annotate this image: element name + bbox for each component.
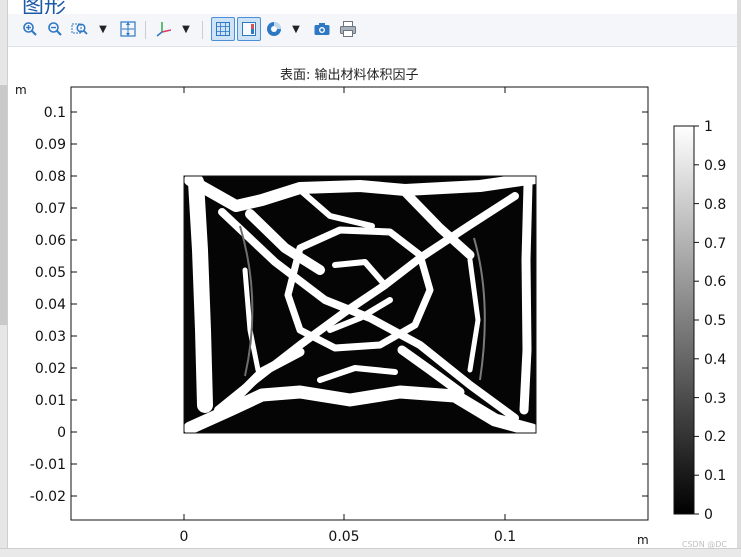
- toolbar-separator: [202, 21, 203, 39]
- colorbar-tick-label: 0.3: [704, 391, 726, 407]
- colorbar-tick-label: 0.1: [704, 468, 726, 484]
- plot-frame: [70, 86, 649, 521]
- print-button[interactable]: [338, 18, 358, 40]
- y-tick-label: 0.02: [35, 361, 66, 377]
- window-title: 图形: [22, 0, 67, 14]
- legend-toggle-icon: [242, 22, 256, 36]
- watermark-credit: CSDN @DC: [681, 540, 727, 549]
- y-tick-label: -0.01: [30, 457, 66, 473]
- print-icon: [340, 21, 356, 37]
- colorbar-tick-label: 1: [704, 119, 713, 135]
- y-unit-label: m: [15, 83, 27, 97]
- graphics-title-bar: 图形: [8, 0, 737, 14]
- colorbar-tick-label: 0.8: [704, 197, 726, 213]
- axis-orientation-dropdown[interactable]: ▼: [180, 18, 192, 40]
- y-tick-label: 0.03: [35, 329, 66, 345]
- zoom-extents-button[interactable]: [118, 18, 138, 40]
- x-axis: 0 0.05 0.1: [180, 87, 516, 545]
- plot-title: 表面: 输出材料体积因子: [280, 68, 419, 83]
- colorbar-tick-label: 0.9: [704, 158, 726, 174]
- y-tick-label: 0.01: [35, 393, 66, 409]
- zoom-out-icon: [48, 22, 62, 36]
- y-tick-label: 0.06: [35, 233, 66, 249]
- toolbar-separator: [145, 21, 146, 39]
- colorbar-tick-label: 0.2: [704, 429, 726, 445]
- axis-orientation-icon: [156, 22, 172, 37]
- bottom-panel-edge: [0, 548, 741, 557]
- left-panel-scroll-tab[interactable]: [0, 85, 7, 325]
- y-tick-label: 0.04: [35, 297, 66, 313]
- material-domain: [184, 176, 536, 433]
- plot-canvas: m m 0.1 0.09 0.08 0.07 0.06 0.05 0.04 0.…: [15, 83, 726, 547]
- zoom-box-dropdown[interactable]: ▼: [97, 18, 109, 40]
- color-scene-icon: [267, 22, 281, 36]
- legend-toggle-button[interactable]: [237, 17, 261, 41]
- colorbar-tick-label: 0.6: [704, 274, 726, 290]
- zoom-extents-icon: [120, 21, 136, 37]
- colorbar-tick-label: 0.5: [704, 313, 726, 329]
- zoom-in-icon: [23, 22, 37, 36]
- grid-toggle-icon: [216, 22, 230, 36]
- zoom-in-button[interactable]: [20, 18, 40, 40]
- color-scene-button[interactable]: [264, 18, 284, 40]
- y-tick-label: 0.07: [35, 201, 66, 217]
- y-tick-label: 0.05: [35, 265, 66, 281]
- x-tick-label: 0: [180, 529, 189, 545]
- y-tick-label: 0.1: [44, 105, 66, 121]
- x-unit-label: m: [637, 533, 649, 547]
- axis-orientation-button[interactable]: [154, 18, 174, 40]
- colorbar-tick-label: 0: [704, 507, 713, 523]
- right-panel-edge: [737, 0, 741, 557]
- zoom-box-button[interactable]: [70, 18, 90, 40]
- y-tick-label: 0.08: [35, 169, 66, 185]
- camera-icon: [314, 23, 330, 35]
- domain-outline: [183, 175, 537, 434]
- color-scene-dropdown[interactable]: ▼: [290, 18, 302, 40]
- colorbar: 1 0.9 0.8 0.7 0.6 0.5 0.4 0.3 0.2 0.1 0: [673, 119, 726, 523]
- zoom-box-icon: [71, 23, 88, 35]
- snapshot-button[interactable]: [312, 18, 332, 40]
- x-tick-label: 0.05: [328, 529, 359, 545]
- y-tick-label: -0.02: [30, 489, 66, 505]
- colorbar-tick-label: 0.4: [704, 352, 726, 368]
- y-axis: 0.1 0.09 0.08 0.07 0.06 0.05 0.04 0.03 0…: [30, 105, 648, 505]
- colorbar-tick-label: 0.7: [704, 236, 726, 252]
- y-tick-label: 0: [57, 425, 66, 441]
- grid-toggle-button[interactable]: [211, 17, 235, 41]
- x-tick-label: 0.1: [494, 529, 516, 545]
- graphics-toolbar: ▼ ▼ ▼: [8, 14, 737, 47]
- zoom-out-button[interactable]: [45, 18, 65, 40]
- colorbar-gradient: [673, 125, 695, 515]
- topology-result-surface: [183, 172, 541, 437]
- y-tick-label: 0.09: [35, 137, 66, 153]
